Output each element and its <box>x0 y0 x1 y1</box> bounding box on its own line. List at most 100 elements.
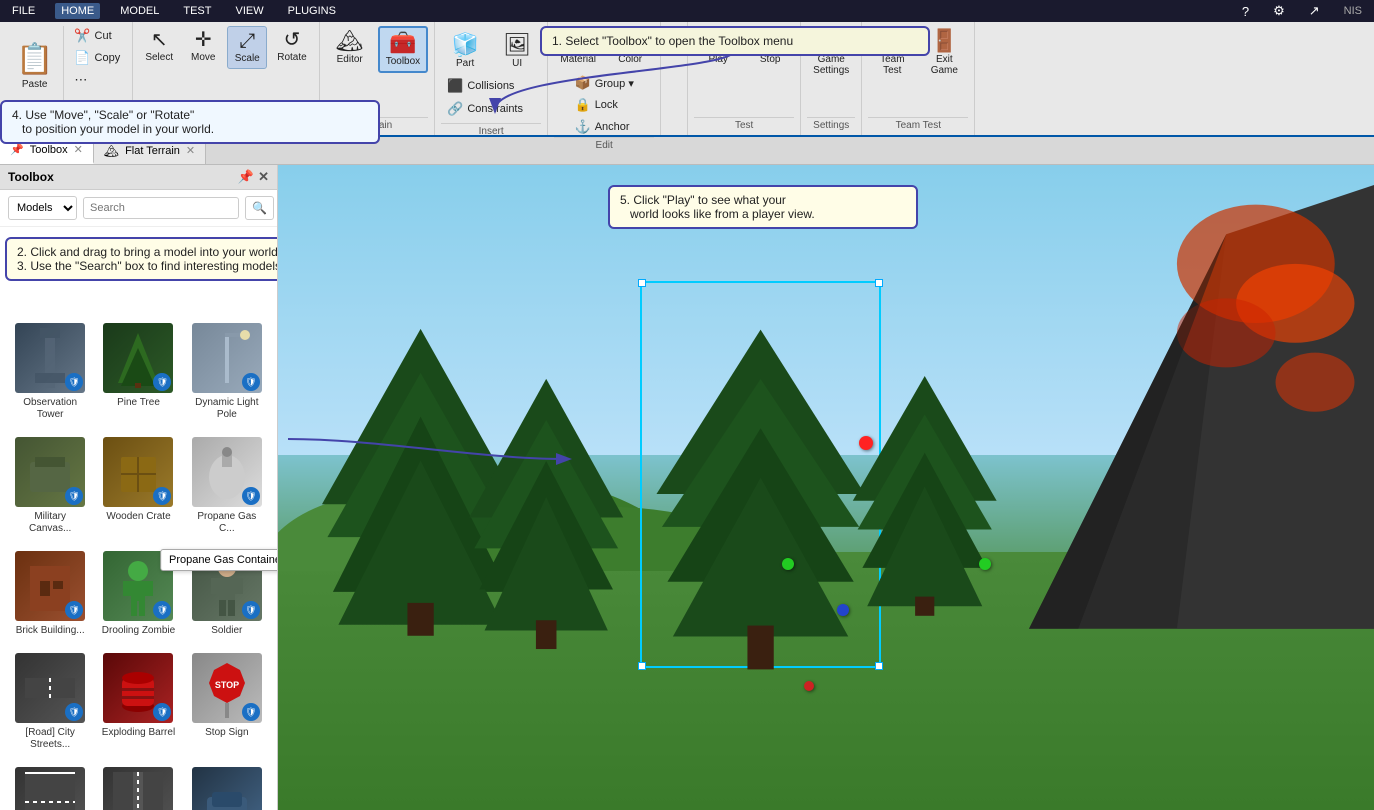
team-test-icon: 👥 <box>879 30 906 52</box>
game-settings-button[interactable]: ⚙ GameSettings <box>807 26 855 80</box>
item-label: Brick Building... <box>16 625 85 637</box>
tree-right <box>848 346 1001 636</box>
search-button[interactable]: 🔍 <box>245 196 274 220</box>
part-button[interactable]: 🧊 Part <box>441 30 489 73</box>
item-badge: 🛡 <box>242 373 260 391</box>
tabs-bar: 📌 Toolbox ✕ 🏔 Flat Terrain ✕ <box>0 137 1374 165</box>
rotate-button[interactable]: ↺ Rotate <box>271 26 312 67</box>
tab-flat-terrain-close[interactable]: ✕ <box>186 144 195 157</box>
road-pack-1-thumb: 🛡 <box>15 767 85 810</box>
move-button[interactable]: ✛ Move <box>183 26 223 67</box>
toolbox-icon: 🧰 <box>389 32 416 54</box>
list-item[interactable]: 🛡 [Road Pack] <box>8 761 92 810</box>
toolbox-header: Toolbox 📌 ✕ <box>0 165 277 190</box>
category-select[interactable]: ModelsDecalsAudioMeshesPlugins <box>8 196 77 220</box>
help-icon[interactable]: ? <box>1238 2 1253 21</box>
drooling-zombie-thumb: 🛡 <box>103 551 173 621</box>
item-badge: 🛡 <box>153 601 171 619</box>
tab-flat-terrain-label: Flat Terrain <box>125 145 180 157</box>
list-item[interactable]: 🛡 Military Canvas... <box>8 431 92 541</box>
item-badge: 🛡 <box>65 601 83 619</box>
anchor-icon: ⚓ <box>575 119 591 135</box>
stop-button[interactable]: ⏹ Stop <box>746 26 794 69</box>
item-label: Dynamic Light Pole <box>189 397 265 421</box>
menu-file[interactable]: FILE <box>8 3 39 19</box>
toolbox-close-btn[interactable]: ✕ <box>258 169 269 185</box>
test-label: Test <box>694 117 794 131</box>
collisions-icon: ⬛ <box>447 78 463 94</box>
toolbox-grid: 🛡 Observation Tower 🛡 Pine Tree 🛡 <box>0 227 277 810</box>
paste-label: Paste <box>22 79 48 90</box>
item-label: Military Canvas... <box>12 511 88 535</box>
list-item[interactable]: 🛡 Propane Gas Container Propane Gas C... <box>185 431 269 541</box>
scale-button[interactable]: ⤢ Scale <box>227 26 267 69</box>
paste-icon: 📋 <box>16 42 53 77</box>
list-item[interactable]: STOP 🛡 Stop Sign <box>185 647 269 757</box>
tab-flat-terrain[interactable]: 🏔 Flat Terrain ✕ <box>94 137 206 164</box>
menu-plugins[interactable]: PLUGINS <box>284 3 340 19</box>
exit-game-button[interactable]: 🚪 ExitGame <box>920 26 968 80</box>
team-test-label: Team Test <box>868 117 968 131</box>
editor-button[interactable]: 🏔 Editor <box>326 26 374 69</box>
toolbox-pin-btn[interactable]: 📌 <box>238 169 254 185</box>
item-label: Stop Sign <box>205 727 248 739</box>
list-item[interactable]: 🛡 Dynamic Light Pole <box>185 317 269 427</box>
tab-toolbox[interactable]: 📌 Toolbox ✕ <box>0 137 94 164</box>
handle-tl <box>638 279 646 287</box>
collisions-button[interactable]: ⬛ Collisions <box>441 76 541 96</box>
ui-button[interactable]: 🖼 UI <box>493 30 541 73</box>
menu-bar: FILE HOME MODEL TEST VIEW PLUGINS ? ⚙ ↗ … <box>0 0 1374 22</box>
item-label: Observation Tower <box>12 397 88 421</box>
search-input[interactable] <box>83 197 239 219</box>
viewport[interactable]: 5. Click "Play" to see what your world l… <box>278 165 1374 810</box>
material-button[interactable]: 🎨 Material <box>554 26 602 69</box>
paste-button[interactable]: 📋 Paste <box>6 26 64 106</box>
constraints-button[interactable]: 🔗 Constraints <box>441 99 541 119</box>
list-item[interactable]: 🛡 Soldier <box>185 545 269 643</box>
list-item[interactable]: 🛡 Drooling Zombie <box>96 545 180 643</box>
list-item[interactable]: 🛡 Brick Building... <box>8 545 92 643</box>
ribbon-section-test: ▶ Play ⏹ Stop Test <box>688 22 801 135</box>
handle-sphere-red-top <box>859 436 873 450</box>
lock-button[interactable]: 🔒 Lock <box>569 95 640 115</box>
tree-center-left <box>464 346 628 669</box>
item-badge: 🛡 <box>153 703 171 721</box>
select-button[interactable]: ↖ Select <box>139 26 179 67</box>
cut-button[interactable]: ✂️ Cut <box>68 26 126 46</box>
ribbon-section-edit-extra: ⋯ <box>661 22 688 135</box>
list-item[interactable]: 🛡 Pine Tree <box>96 317 180 427</box>
list-item[interactable]: 🛡 Observation Tower <box>8 317 92 427</box>
menu-test[interactable]: TEST <box>179 3 215 19</box>
tab-toolbox-close[interactable]: ✕ <box>74 143 83 156</box>
team-test-button[interactable]: 👥 TeamTest <box>868 26 916 80</box>
copy-button[interactable]: 📄 Copy <box>68 48 126 68</box>
flat-terrain-tab-icon: 🏔 <box>104 144 119 158</box>
menu-home[interactable]: HOME <box>55 3 100 19</box>
menu-model[interactable]: MODEL <box>116 3 163 19</box>
edit-more-button[interactable]: ⋯ <box>667 26 681 45</box>
group-button[interactable]: 📦 Group ▾ <box>569 73 640 93</box>
share-icon[interactable]: ↗ <box>1305 1 1324 21</box>
item-label: Pine Tree <box>117 397 160 409</box>
ribbon-section-settings: ⚙ GameSettings Settings <box>801 22 862 135</box>
main-area: Toolbox 📌 ✕ ModelsDecalsAudioMeshesPlugi… <box>0 165 1374 810</box>
list-item[interactable]: 🛡 [Road] City Streets... <box>8 647 92 757</box>
road-city-streets-thumb: 🛡 <box>15 653 85 723</box>
toolbox-button[interactable]: 🧰 Toolbox <box>378 26 428 73</box>
group-icon: 📦 <box>575 75 591 91</box>
exploding-barrel-thumb: 🛡 <box>103 653 173 723</box>
off-roader-thumb: 🛡 <box>192 767 262 810</box>
team-test-buttons: 👥 TeamTest 🚪 ExitGame <box>868 26 968 117</box>
list-item[interactable]: 🛡 [Road Pack] <box>96 761 180 810</box>
observation-tower-thumb: 🛡 <box>15 323 85 393</box>
ribbon-section-edit: 🎨 Material 🎨 Color 📦 Group ▾ 🔒 Lock <box>548 22 661 135</box>
list-item[interactable]: 🛡 Off-Roader <box>185 761 269 810</box>
play-button[interactable]: ▶ Play <box>694 26 742 69</box>
list-item[interactable]: 🛡 Wooden Crate <box>96 431 180 541</box>
list-item[interactable]: 🛡 Exploding Barrel <box>96 647 180 757</box>
settings-icon[interactable]: ⚙ <box>1269 1 1289 21</box>
anchor-button[interactable]: ⚓ Anchor <box>569 117 640 137</box>
menu-view[interactable]: VIEW <box>231 3 267 19</box>
color-button[interactable]: 🎨 Color <box>606 26 654 69</box>
clipboard-extra[interactable]: ⋯ <box>68 70 126 90</box>
